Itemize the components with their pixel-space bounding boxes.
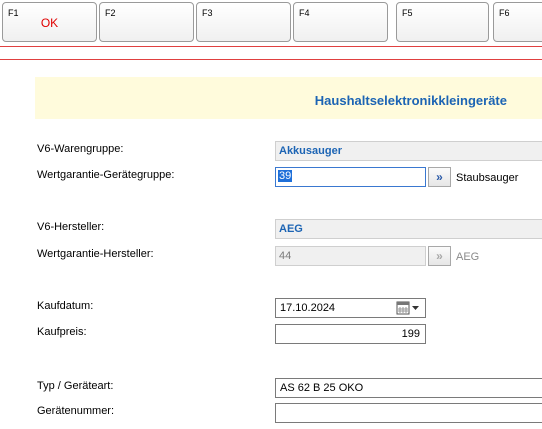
typ-label: Typ / Geräteart:	[37, 380, 114, 392]
double-chevron-right-icon: »	[436, 170, 443, 184]
geraetenummer-label: Gerätenummer:	[37, 405, 115, 417]
hersteller-field: AEG	[275, 219, 542, 239]
wg-hersteller-input: 44	[275, 246, 426, 266]
wg-hersteller-name: AEG	[456, 251, 480, 263]
kaufpreis-label: Kaufpreis:	[37, 326, 87, 338]
separator-line	[0, 46, 542, 47]
warengruppe-value: Akkusauger	[279, 145, 342, 157]
typ-value: AS 62 B 25 OKO	[280, 382, 364, 394]
kaufdatum-label: Kaufdatum:	[37, 300, 94, 312]
wg-hersteller-label: Wertgarantie-Hersteller:	[37, 248, 154, 260]
calendar-dropdown-button[interactable]	[396, 301, 422, 318]
f4-button[interactable]: F4	[293, 2, 388, 42]
section-header: Haushaltselektronikkleingeräte	[35, 77, 542, 119]
f3-button[interactable]: F3	[196, 2, 291, 42]
section-title: Haushaltselektronikkleingeräte	[314, 93, 507, 108]
f2-key-label: F2	[105, 8, 116, 18]
f4-key-label: F4	[299, 8, 310, 18]
calendar-icon	[396, 301, 419, 315]
geraetegruppe-lookup-button[interactable]: »	[428, 167, 451, 187]
warengruppe-label: V6-Warengruppe:	[37, 143, 124, 155]
kaufpreis-input[interactable]: 199	[275, 324, 426, 344]
warengruppe-field: Akkusauger	[275, 141, 542, 161]
geraetegruppe-name: Staubsauger	[456, 172, 519, 184]
wg-hersteller-lookup-button: »	[428, 246, 451, 266]
hersteller-label: V6-Hersteller:	[37, 221, 105, 233]
f5-key-label: F5	[402, 8, 413, 18]
wg-hersteller-value: 44	[279, 250, 292, 262]
f6-button[interactable]: F6	[493, 2, 542, 42]
f2-button[interactable]: F2	[99, 2, 194, 42]
kaufdatum-input[interactable]: 17.10.2024	[275, 298, 426, 318]
kaufpreis-value: 199	[401, 328, 420, 340]
f6-key-label: F6	[499, 8, 510, 18]
geraetegruppe-value: 39	[278, 170, 293, 182]
f3-key-label: F3	[202, 8, 213, 18]
geraetegruppe-input[interactable]: 39	[275, 167, 426, 187]
hersteller-value: AEG	[279, 223, 303, 235]
typ-input[interactable]: AS 62 B 25 OKO	[275, 378, 542, 398]
geraetenummer-input[interactable]	[275, 403, 542, 423]
kaufdatum-value: 17.10.2024	[280, 302, 336, 314]
f1-button[interactable]: F1 OK	[2, 2, 97, 42]
separator-line	[0, 59, 542, 60]
double-chevron-right-icon: »	[436, 249, 443, 263]
geraetegruppe-label: Wertgarantie-Gerätegruppe:	[37, 169, 175, 181]
f1-action-label: OK	[40, 16, 59, 30]
f5-button[interactable]: F5	[396, 2, 489, 42]
